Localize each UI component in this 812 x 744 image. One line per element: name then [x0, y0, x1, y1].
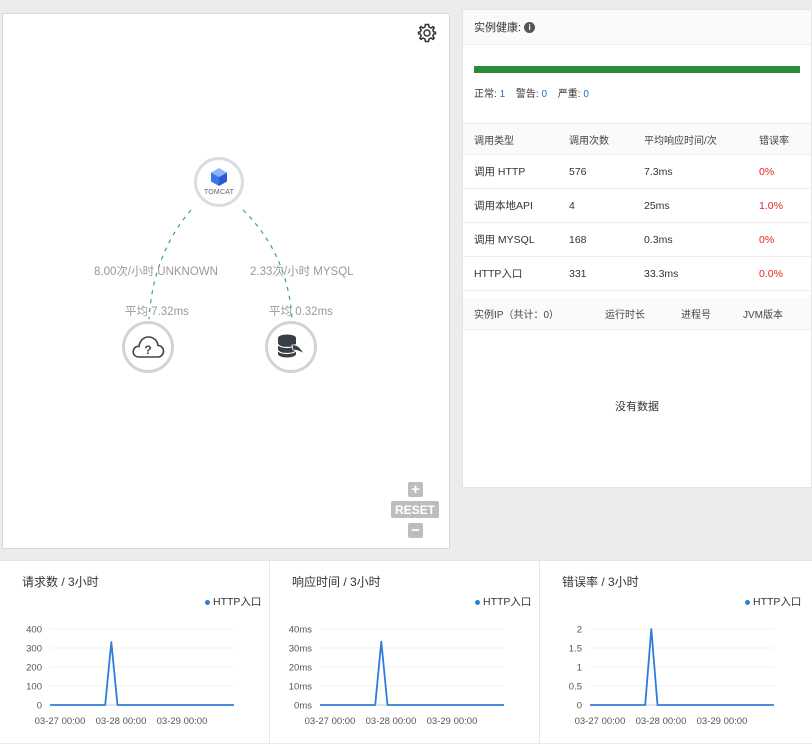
y-tick-label: 1	[577, 663, 582, 674]
normal-count[interactable]: 1	[500, 89, 506, 100]
health-header: 实例健康: i	[463, 10, 811, 45]
header-jvm-version: JVM版本	[743, 310, 783, 321]
instances-table-header: 实例IP（共计：0） 运行时长 进程号 JVM版本	[463, 298, 811, 330]
x-tick-label: 03-27 00:00	[305, 716, 356, 727]
edge-mysql-avg: 平均 0.32ms	[269, 306, 333, 318]
table-row: 调用本地API 4 25ms 1.0%	[463, 189, 811, 223]
tomcat-node[interactable]: TOMCAT	[194, 157, 244, 207]
x-tick-label: 03-28 00:00	[636, 716, 687, 727]
cloud-question-icon: ?	[132, 336, 165, 358]
normal-label: 正常:	[474, 89, 497, 100]
row-type: 调用 HTTP	[474, 166, 526, 178]
header-avg-time: 平均响应时间/次	[644, 135, 717, 147]
gear-icon[interactable]	[417, 23, 437, 43]
topology-panel[interactable]: TOMCAT 8.00次/小时 UNKNOWN 平均 7.32ms 2.33次/…	[2, 13, 450, 549]
header-uptime: 运行时长	[605, 310, 645, 321]
charts-row: 请求数 / 3小时 HTTP入口 0 100 200 300 400 03-27 00:0…	[0, 560, 812, 744]
header-instance-ip: 实例IP（共计：0）	[474, 310, 560, 321]
row-count: 4	[569, 199, 575, 212]
edge-mysql-rate: 2.33次/小时 MYSQL	[250, 266, 354, 278]
row-error: 0%	[759, 233, 775, 246]
header-error-rate: 错误率	[759, 135, 789, 147]
severe-count[interactable]: 0	[583, 89, 589, 100]
row-error: 0%	[759, 165, 775, 178]
chart-plot: 0 0.5 1 1.5 2 03-27 00:00 03-28 00:00 03-29 00:…	[569, 625, 774, 727]
y-tick-label: 100	[26, 682, 42, 693]
zoom-in-button[interactable]: +	[408, 481, 423, 498]
row-avg: 25ms	[644, 199, 670, 212]
x-tick-label: 03-28 00:00	[96, 716, 147, 727]
cube-icon	[211, 168, 227, 186]
series-line	[320, 640, 504, 706]
y-tick-label: 30ms	[289, 644, 312, 655]
table-row: 调用 MYSQL 168 0.3ms 0%	[463, 223, 811, 257]
warning-label: 警告:	[515, 89, 539, 100]
topology-edges	[148, 209, 293, 320]
chart-error-rate: 错误率 / 3小时 HTTP入口 0 0.5 1 1.5 2 03-27 00:00 03-…	[540, 561, 812, 744]
row-avg: 7.3ms	[644, 165, 673, 178]
row-type: 调用本地API	[474, 200, 533, 212]
x-tick-label: 03-29 00:00	[697, 716, 748, 727]
calls-table-header: 调用类型 调用次数 平均响应时间/次 错误率	[463, 123, 811, 155]
header-call-type: 调用类型	[474, 135, 514, 147]
row-error: 1.0%	[759, 199, 783, 212]
mysql-node[interactable]	[265, 321, 317, 373]
x-tick-label: 03-27 00:00	[35, 716, 86, 727]
health-bar	[474, 66, 800, 73]
database-icon	[277, 334, 305, 358]
row-count: 331	[569, 267, 587, 280]
y-tick-label: 200	[26, 663, 42, 674]
header-pid: 进程号	[681, 310, 711, 321]
row-type: HTTP入口	[474, 268, 523, 280]
y-tick-label: 20ms	[289, 663, 312, 674]
y-tick-label: 1.5	[569, 644, 582, 655]
chart-plot: 0 100 200 300 400 03-27 00:00 03-28 00:00 03-29…	[26, 625, 234, 727]
y-tick-label: 0	[577, 701, 582, 712]
table-row: 调用 HTTP 576 7.3ms 0%	[463, 155, 811, 189]
unknown-node[interactable]: ?	[122, 321, 174, 373]
severe-label: 严重:	[557, 89, 581, 100]
table-row: HTTP入口 331 33.3ms 0.0%	[463, 257, 811, 291]
series-line	[50, 641, 234, 706]
edge-unknown-avg: 平均 7.32ms	[125, 306, 189, 318]
chart-response-time: 响应时间 / 3小时 HTTP入口 0ms 10ms 20ms 30ms 40ms 03-…	[270, 561, 540, 744]
instance-panel: 实例健康: i 正常: 1 警告: 0 严重: 0 调用类型 调用次数 平均响应…	[462, 9, 812, 488]
edge-unknown-rate: 8.00次/小时 UNKNOWN	[94, 266, 218, 278]
y-tick-label: 10ms	[289, 682, 312, 693]
health-title: 实例健康:	[474, 22, 522, 34]
chart-plot: 0ms 10ms 20ms 30ms 40ms 03-27 00:00 03-28 00:0…	[289, 625, 504, 727]
tomcat-label: TOMCAT	[203, 189, 235, 196]
reset-button[interactable]: RESET	[391, 501, 439, 518]
warning-count[interactable]: 0	[541, 89, 547, 100]
x-tick-label: 03-27 00:00	[575, 716, 626, 727]
row-avg: 33.3ms	[644, 267, 679, 280]
y-tick-label: 0	[37, 701, 42, 712]
row-count: 168	[569, 233, 587, 246]
header-call-count: 调用次数	[569, 135, 609, 147]
info-icon[interactable]: i	[524, 21, 536, 33]
row-count: 576	[569, 165, 587, 178]
y-tick-label: 0ms	[294, 701, 312, 712]
x-tick-label: 03-28 00:00	[366, 716, 417, 727]
y-tick-label: 40ms	[289, 625, 312, 636]
zoom-out-button[interactable]: −	[408, 522, 423, 539]
empty-state: 没有数据	[615, 401, 659, 413]
row-error: 0.0%	[759, 267, 783, 280]
x-tick-label: 03-29 00:00	[427, 716, 478, 727]
y-tick-label: 2	[577, 625, 582, 636]
y-tick-label: 0.5	[569, 682, 582, 693]
x-tick-label: 03-29 00:00	[157, 716, 208, 727]
row-avg: 0.3ms	[644, 233, 673, 246]
y-tick-label: 300	[26, 644, 42, 655]
health-stats: 正常: 1 警告: 0 严重: 0	[474, 85, 597, 100]
chart-requests: 请求数 / 3小时 HTTP入口 0 100 200 300 400 03-27 00:0…	[0, 561, 270, 744]
row-type: 调用 MYSQL	[474, 234, 535, 246]
y-tick-label: 400	[26, 625, 42, 636]
svg-text:?: ?	[144, 343, 151, 357]
